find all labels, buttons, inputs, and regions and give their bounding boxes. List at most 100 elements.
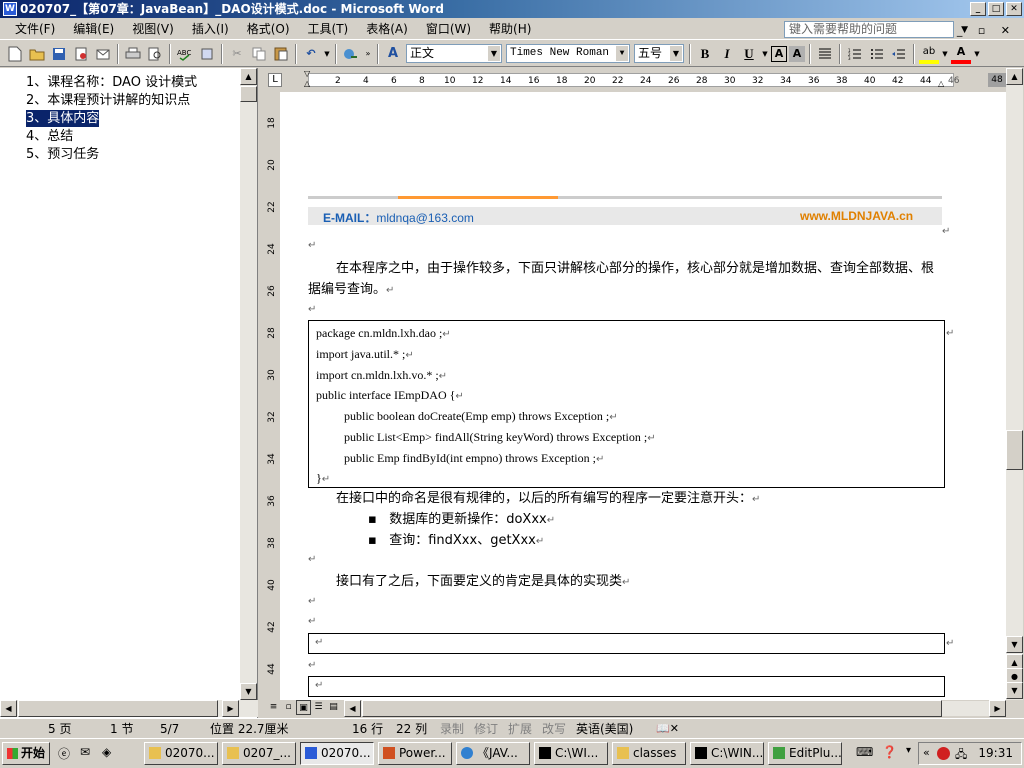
keyboard-icon[interactable]: ⌨ xyxy=(856,745,873,759)
maximize-button[interactable]: □ xyxy=(988,2,1004,16)
nav-vertical-scrollbar[interactable]: ▲ ▼ xyxy=(240,68,257,700)
scroll-right-icon[interactable]: ▶ xyxy=(989,700,1006,717)
bullet-item-query[interactable]: ▪ 查询：findXxx、getXxx↵ xyxy=(368,530,544,552)
close-button[interactable]: ✕ xyxy=(1006,2,1022,16)
scroll-up-icon[interactable]: ▲ xyxy=(240,68,257,85)
scroll-up-icon[interactable]: ▲ xyxy=(1006,68,1023,85)
nav-item-knowledge-points[interactable]: 2、本课程预计讲解的知识点 xyxy=(26,92,190,109)
language-bar-icon[interactable]: ▾ xyxy=(906,745,911,756)
taskbar-item-cmd-1[interactable]: C:\WI... xyxy=(534,742,608,765)
normal-view-icon[interactable]: ≡ xyxy=(266,700,281,715)
font-color-dropdown-icon[interactable]: ▼ xyxy=(973,44,981,64)
highlight-icon[interactable]: ab xyxy=(919,44,939,64)
scroll-thumb[interactable] xyxy=(18,700,218,717)
start-button[interactable]: 开始 xyxy=(2,742,50,765)
email-icon[interactable] xyxy=(93,44,113,64)
underline-dropdown-icon[interactable]: ▼ xyxy=(761,44,769,64)
highlight-dropdown-icon[interactable]: ▼ xyxy=(941,44,949,64)
status-record[interactable]: 录制 xyxy=(440,719,464,739)
empty-code-block[interactable]: ↵ xyxy=(308,676,945,697)
help-icon[interactable]: ❓ xyxy=(882,745,897,759)
quicklaunch-app-icon[interactable]: ◈ xyxy=(102,745,111,759)
menu-view[interactable]: 视图(V) xyxy=(123,18,183,40)
outline-view-icon[interactable]: ☰ xyxy=(311,700,326,715)
taskbar-item-folder-2[interactable]: 0207_... xyxy=(222,742,296,765)
char-border-button[interactable]: A xyxy=(771,45,787,62)
nav-item-course-name[interactable]: 1、课程名称：DAO 设计模式 xyxy=(26,74,197,91)
document-vertical-scrollbar[interactable]: ▲ ▼ ▲ ● ▼ xyxy=(1006,68,1023,700)
taskbar-item-powerpoint[interactable]: Power... xyxy=(378,742,452,765)
print-view-icon[interactable]: ▣ xyxy=(296,700,311,715)
scroll-down-icon[interactable]: ▼ xyxy=(1006,636,1023,653)
taskbar-item-classes[interactable]: classes xyxy=(612,742,686,765)
menu-file[interactable]: 文件(F) xyxy=(6,18,64,40)
print-icon[interactable] xyxy=(123,44,143,64)
bullets-icon[interactable] xyxy=(867,44,887,64)
research-icon[interactable] xyxy=(197,44,217,64)
nav-item-preview-tasks[interactable]: 5、预习任务 xyxy=(26,146,99,163)
undo-dropdown-icon[interactable]: ▼ xyxy=(323,44,331,64)
menu-table[interactable]: 表格(A) xyxy=(357,18,417,40)
taskbar-item-word[interactable]: 02070... xyxy=(300,742,374,765)
next-page-icon[interactable]: ▼ xyxy=(1006,682,1023,699)
menu-edit[interactable]: 编辑(E) xyxy=(64,18,123,40)
tray-app-icon[interactable] xyxy=(937,747,950,760)
font-select[interactable]: Times New Roman ▼ xyxy=(506,44,630,63)
numbering-icon[interactable]: 123 xyxy=(845,44,865,64)
nav-item-content[interactable]: 3、具体内容 xyxy=(26,110,100,127)
hyperlink-icon[interactable] xyxy=(341,44,361,64)
taskbar-item-folder-1[interactable]: 02070... xyxy=(144,742,218,765)
taskbar-item-browser[interactable]: 《JAV... xyxy=(456,742,530,765)
document-page[interactable]: E-MAIL：mldnqa@163.com www.MLDNJAVA.cn ↵ … xyxy=(280,92,1006,700)
style-select[interactable]: 正文 ▼ xyxy=(406,44,502,63)
body-paragraph-3[interactable]: 接口有了之后，下面要定义的肯定是具体的实现类↵ xyxy=(308,571,944,593)
tray-expand-icon[interactable]: « xyxy=(923,746,930,759)
spelling-status-icon[interactable]: 📖✕ xyxy=(656,719,679,739)
decrease-indent-icon[interactable] xyxy=(889,44,909,64)
font-dropdown-icon[interactable]: ▼ xyxy=(616,46,628,61)
print-preview-icon[interactable] xyxy=(145,44,165,64)
vertical-ruler[interactable]: 18 20 22 24 26 28 30 32 34 36 38 40 42 4… xyxy=(264,92,280,700)
horizontal-ruler[interactable]: L 2 4 6 8 10 12 14 16 18 20 22 24 26 28 … xyxy=(264,68,1006,92)
reading-view-icon[interactable]: ▤ xyxy=(326,700,341,715)
new-document-icon[interactable] xyxy=(5,44,25,64)
scroll-down-icon[interactable]: ▼ xyxy=(240,683,257,700)
char-shading-button[interactable]: A xyxy=(789,45,805,62)
code-block[interactable]: package cn.mldn.lxh.dao ;↵ import java.u… xyxy=(308,320,945,488)
menu-format[interactable]: 格式(O) xyxy=(238,18,299,40)
hanging-indent-icon[interactable]: △ xyxy=(304,80,310,88)
taskbar-item-editplus[interactable]: EditPlu... xyxy=(768,742,842,765)
menu-window[interactable]: 窗口(W) xyxy=(417,18,480,40)
bold-button[interactable]: B xyxy=(695,44,715,64)
nav-horizontal-scrollbar[interactable]: ◀ ▶ xyxy=(0,700,258,717)
nav-item-summary[interactable]: 4、总结 xyxy=(26,128,73,145)
style-dropdown-icon[interactable]: ▼ xyxy=(488,46,500,61)
toolbar-overflow-icon[interactable]: » xyxy=(363,44,373,64)
paste-icon[interactable] xyxy=(271,44,291,64)
save-icon[interactable] xyxy=(49,44,69,64)
scroll-thumb[interactable] xyxy=(240,86,257,102)
scroll-left-icon[interactable]: ◀ xyxy=(0,700,17,717)
font-color-icon[interactable]: A xyxy=(951,44,971,64)
status-extend[interactable]: 扩展 xyxy=(508,719,532,739)
body-paragraph-1[interactable]: 在本程序之中，由于操作较多，下面只讲解核心部分的操作，核心部分就是增加数据、查询… xyxy=(308,258,944,301)
scroll-thumb[interactable] xyxy=(1006,430,1023,470)
outlook-quicklaunch-icon[interactable]: ✉ xyxy=(80,745,90,759)
right-indent-icon[interactable]: △ xyxy=(938,80,944,88)
body-paragraph-2[interactable]: 在接口中的命名是很有规律的，以后的所有编写的程序一定要注意开头：↵ xyxy=(308,488,944,510)
scroll-left-icon[interactable]: ◀ xyxy=(344,700,361,717)
scroll-right-icon[interactable]: ▶ xyxy=(222,700,239,717)
document-window-controls[interactable]: _ ▫ ✕ xyxy=(957,24,1016,37)
open-folder-icon[interactable] xyxy=(27,44,47,64)
font-size-select[interactable]: 五号 ▼ xyxy=(634,44,684,63)
spelling-icon[interactable]: ABC xyxy=(175,44,195,64)
scroll-thumb[interactable] xyxy=(362,700,942,717)
network-icon[interactable]: 🖧 xyxy=(955,746,967,765)
tab-selector-icon[interactable]: L xyxy=(268,73,282,87)
word-app-icon[interactable]: W xyxy=(3,2,17,16)
justify-icon[interactable] xyxy=(815,44,835,64)
menu-insert[interactable]: 插入(I) xyxy=(183,18,238,40)
status-overtype[interactable]: 改写 xyxy=(542,719,566,739)
underline-button[interactable]: U xyxy=(739,44,759,64)
ie-quicklaunch-icon[interactable]: ⓔ xyxy=(58,745,70,762)
